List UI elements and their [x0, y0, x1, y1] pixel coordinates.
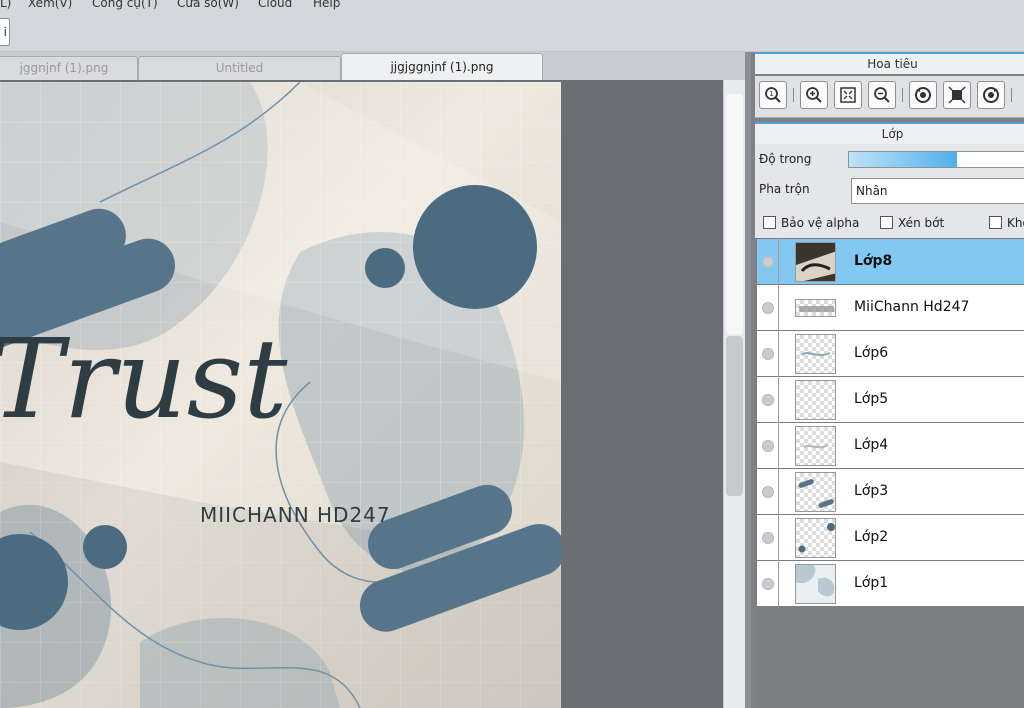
layer-name: Lớp5: [854, 391, 889, 407]
layer-row-4[interactable]: Lớp4: [757, 423, 1024, 469]
layer-row-8[interactable]: Lớp8: [757, 239, 1024, 285]
fit-frame-icon[interactable]: [943, 81, 971, 109]
scroll-up-arrow-icon[interactable]: [727, 80, 743, 94]
tab-active-document[interactable]: jjgjggnjnf (1).png: [341, 53, 543, 80]
checkbox-box[interactable]: [763, 216, 776, 229]
checkbox-box[interactable]: [880, 216, 893, 229]
zoom-in-icon[interactable]: [800, 81, 828, 109]
layer-row-5[interactable]: Lớp5: [757, 377, 1024, 423]
toolbar-button[interactable]: i: [0, 18, 10, 46]
visibility-icon[interactable]: [762, 348, 774, 360]
menu-item-window[interactable]: Cửa sổ(W): [177, 0, 239, 10]
divider: [778, 469, 779, 515]
scrollbar-thumb[interactable]: [726, 336, 743, 496]
menu-item-help[interactable]: Help: [313, 0, 340, 10]
layer-row-6[interactable]: Lớp6: [757, 331, 1024, 377]
layer-name: Lớp3: [854, 483, 889, 499]
visibility-icon[interactable]: [762, 532, 774, 544]
document-tab-bar: jggnjnf (1).png Untitled jjgjggnjnf (1).…: [0, 52, 745, 80]
visibility-icon[interactable]: [762, 440, 774, 452]
layer-name: Lớp8: [854, 253, 893, 269]
lock-label: Khó: [1007, 216, 1024, 230]
menu-item-tools[interactable]: Công cụ(T): [92, 0, 158, 10]
toolbar-separator: [902, 88, 903, 102]
fit-screen-icon[interactable]: [834, 81, 862, 109]
menu-item-edit[interactable]: L): [0, 0, 11, 10]
visibility-icon[interactable]: [762, 256, 774, 268]
divider: [778, 377, 779, 423]
toolbar-separator: [1011, 88, 1012, 102]
visibility-icon[interactable]: [762, 578, 774, 590]
divider: [778, 561, 779, 607]
layer-list: Lớp8 MiiChann Hd247 Lớp6 Lớp5 Lớp4 Lớp3 …: [756, 238, 1024, 607]
opacity-slider[interactable]: [848, 151, 1024, 168]
layer-row-2[interactable]: Lớp2: [757, 515, 1024, 561]
toolbar-separator: [793, 88, 794, 102]
layer-name: Lớp1: [854, 575, 889, 591]
layer-panel-title: Lớp: [755, 122, 1024, 144]
menu-bar: L) Xem(V) Công cụ(T) Cửa sổ(W) Cloud Hel…: [0, 0, 1024, 14]
layer-controls: Độ trong Pha trộn Nhân Bảo vệ alpha Xén …: [755, 144, 1024, 238]
opacity-slider-fill: [849, 152, 957, 167]
layer-name: MiiChann Hd247: [854, 299, 970, 315]
menu-item-cloud[interactable]: Cloud: [258, 0, 292, 10]
layer-thumbnail: [795, 564, 836, 604]
layer-row-watermark[interactable]: MiiChann Hd247: [757, 285, 1024, 331]
right-dock: Hoa tiêu 1 Lớp Độ trong Pha trộn Nhân Bả…: [745, 52, 1024, 708]
divider: [778, 239, 779, 285]
tab-document-1[interactable]: jggnjnf (1).png: [0, 56, 138, 80]
visibility-icon[interactable]: [762, 302, 774, 314]
canvas-watermark-text: MIICHANN HD247: [200, 503, 391, 527]
blend-mode-select[interactable]: Nhân: [851, 178, 1024, 204]
layer-thumbnail: [795, 380, 836, 420]
navigator-toolbar: 1: [755, 76, 1024, 118]
svg-text:1: 1: [769, 90, 773, 98]
layer-name: Lớp2: [854, 529, 889, 545]
zoom-actual-icon[interactable]: 1: [759, 81, 787, 109]
layer-thumbnail: [795, 518, 836, 558]
canvas-title-text: Trust: [0, 315, 288, 443]
checkbox-box[interactable]: [989, 216, 1002, 229]
layer-thumbnail: [795, 242, 836, 282]
clipping-checkbox[interactable]: Xén bớt: [880, 216, 944, 232]
divider: [778, 423, 779, 469]
zoom-out-icon[interactable]: [868, 81, 896, 109]
layer-panel: Lớp Độ trong Pha trộn Nhân Bảo vệ alpha …: [755, 122, 1024, 708]
layer-thumbnail: [795, 472, 836, 512]
scrollbar-track[interactable]: [726, 94, 743, 334]
layer-row-1[interactable]: Lớp1: [757, 561, 1024, 607]
drawing-canvas[interactable]: Trust MIICHANN HD247: [0, 82, 561, 708]
protect-alpha-label: Bảo vệ alpha: [781, 216, 860, 230]
layer-name: Lớp6: [854, 345, 889, 361]
blend-mode-label: Pha trộn: [759, 182, 810, 196]
layer-thumbnail: [795, 334, 836, 374]
canvas-artwork: Trust MIICHANN HD247: [0, 82, 561, 708]
navigator-panel-title: Hoa tiêu: [755, 52, 1024, 74]
divider: [778, 331, 779, 377]
tab-untitled[interactable]: Untitled: [138, 56, 341, 80]
divider: [778, 285, 779, 331]
rotate-right-icon[interactable]: [977, 81, 1005, 109]
clipping-label: Xén bớt: [898, 216, 945, 230]
layer-thumbnail: [795, 426, 836, 466]
vertical-scrollbar[interactable]: [723, 80, 745, 708]
lock-checkbox[interactable]: Khó: [989, 216, 1024, 232]
protect-alpha-checkbox[interactable]: Bảo vệ alpha: [763, 216, 859, 232]
toolbar: i: [0, 14, 1024, 52]
opacity-label: Độ trong: [759, 152, 812, 166]
rotate-left-icon[interactable]: [909, 81, 937, 109]
divider: [778, 515, 779, 561]
visibility-icon[interactable]: [762, 394, 774, 406]
visibility-icon[interactable]: [762, 486, 774, 498]
canvas-area[interactable]: Trust MIICHANN HD247: [0, 80, 723, 708]
menu-item-view[interactable]: Xem(V): [28, 0, 72, 10]
layer-name: Lớp4: [854, 437, 889, 453]
layer-thumbnail: [795, 299, 836, 317]
layer-row-3[interactable]: Lớp3: [757, 469, 1024, 515]
